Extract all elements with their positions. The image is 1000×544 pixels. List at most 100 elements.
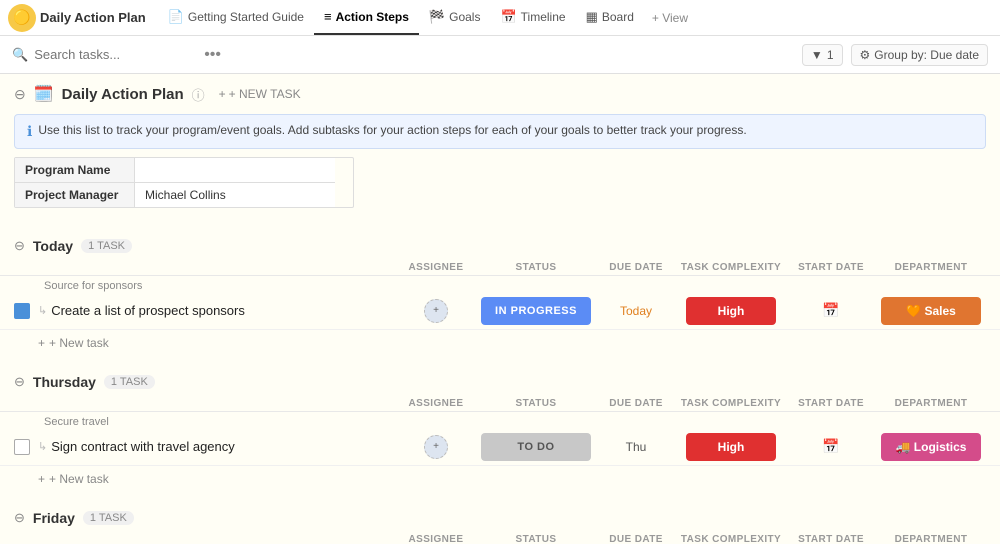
complexity-badge: High <box>686 433 776 461</box>
task-duedate-cell: Today <box>596 304 676 318</box>
task-name[interactable]: Create a list of prospect sponsors <box>51 303 245 318</box>
task-checkbox[interactable] <box>14 439 30 455</box>
avatar[interactable]: + <box>424 435 448 459</box>
task-dept-cell: 🚚 Logistics <box>876 433 986 461</box>
tab-getting-started[interactable]: 📄 Getting Started Guide <box>158 0 314 35</box>
search-bar: 🔍 ••• ▼ 1 ⚙ Group by: Due date <box>0 36 1000 74</box>
plan-icon: 🗓️ <box>34 84 54 104</box>
thursday-task-parent-label: Secure travel <box>0 412 1000 428</box>
goals-icon: 🏁 <box>429 9 445 25</box>
plus-icon: + <box>219 87 226 101</box>
thursday-title: Thursday <box>33 374 96 390</box>
section-friday: ⊖ Friday 1 TASK ASSIGNEE STATUS DUE DATE… <box>0 506 1000 544</box>
today-count: 1 TASK <box>81 239 132 253</box>
tab-goals[interactable]: 🏁 Goals <box>419 0 491 35</box>
friday-count: 1 TASK <box>83 511 134 525</box>
app-logo: 🟡 <box>8 4 36 32</box>
plan-info-icon[interactable]: ⓘ <box>192 85 205 104</box>
thursday-count: 1 TASK <box>104 375 155 389</box>
group-by-button[interactable]: ⚙ Group by: Due date <box>851 44 989 66</box>
program-name-value[interactable] <box>135 158 335 183</box>
getting-started-icon: 📄 <box>168 9 184 25</box>
program-info-table: Program Name Project Manager Michael Col… <box>14 157 354 208</box>
col-status-header-fri: STATUS <box>476 534 596 544</box>
col-dept-header-fri: DEPARTMENT <box>876 534 986 544</box>
dept-badge: 🧡 Sales <box>881 297 981 325</box>
task-checkbox[interactable] <box>14 303 30 319</box>
nav-tabs: 📄 Getting Started Guide ≡ Action Steps 🏁… <box>158 0 696 35</box>
program-name-row: Program Name <box>15 158 353 183</box>
task-duedate-cell: Thu <box>596 440 676 454</box>
today-section-header: ⊖ Today 1 TASK <box>0 234 1000 258</box>
info-icon: ℹ <box>27 123 32 140</box>
search-icon: 🔍 <box>12 47 28 63</box>
plus-icon: + <box>38 472 45 486</box>
task-status-cell[interactable]: TO DO <box>476 433 596 461</box>
task-dept-cell: 🧡 Sales <box>876 297 986 325</box>
collapse-plan-icon[interactable]: ⊖ <box>14 86 26 103</box>
friday-col-headers: ASSIGNEE STATUS DUE DATE TASK COMPLEXITY… <box>0 530 1000 544</box>
avatar[interactable]: + <box>424 299 448 323</box>
friday-title: Friday <box>33 510 75 526</box>
tab-board[interactable]: ▦ Board <box>576 0 644 35</box>
complexity-badge: High <box>686 297 776 325</box>
calendar-icon[interactable]: 📅 <box>822 302 839 319</box>
calendar-icon[interactable]: 📅 <box>822 438 839 455</box>
friday-section-header: ⊖ Friday 1 TASK <box>0 506 1000 530</box>
col-duedate-header-thu: DUE DATE <box>596 398 676 409</box>
project-manager-row: Project Manager Michael Collins <box>15 183 353 207</box>
today-title: Today <box>33 238 73 254</box>
search-left: 🔍 ••• <box>12 46 225 64</box>
status-badge[interactable]: IN PROGRESS <box>481 297 591 325</box>
today-task-parent-label: Source for sponsors <box>0 276 1000 292</box>
col-startdate-header-thu: START DATE <box>786 398 876 409</box>
dept-badge: 🚚 Logistics <box>881 433 981 461</box>
action-steps-icon: ≡ <box>324 9 332 24</box>
program-name-label: Program Name <box>15 158 135 183</box>
timeline-icon: 📅 <box>500 9 516 25</box>
filter-button[interactable]: ▼ 1 <box>802 44 843 66</box>
new-task-button[interactable]: + + NEW TASK <box>213 85 307 103</box>
task-startdate-cell: 📅 <box>786 438 876 455</box>
tab-timeline[interactable]: 📅 Timeline <box>490 0 575 35</box>
col-status-header-thu: STATUS <box>476 398 596 409</box>
col-duedate-header: DUE DATE <box>596 262 676 273</box>
task-complexity-cell: High <box>676 297 786 325</box>
task-name-wrap: ↳ Create a list of prospect sponsors <box>38 303 396 318</box>
table-row: ↳ Sign contract with travel agency + TO … <box>0 428 1000 466</box>
filter-icon: ▼ <box>811 48 823 62</box>
table-row: ↳ Create a list of prospect sponsors + I… <box>0 292 1000 330</box>
group-icon: ⚙ <box>860 48 871 62</box>
main-content: ⊖ 🗓️ Daily Action Plan ⓘ + + NEW TASK ℹ … <box>0 74 1000 544</box>
section-thursday: ⊖ Thursday 1 TASK ASSIGNEE STATUS DUE DA… <box>0 370 1000 490</box>
task-complexity-cell: High <box>676 433 786 461</box>
top-navigation: 🟡 Daily Action Plan 📄 Getting Started Gu… <box>0 0 1000 36</box>
status-badge[interactable]: TO DO <box>481 433 591 461</box>
task-name[interactable]: Sign contract with travel agency <box>51 439 235 454</box>
collapse-today-icon[interactable]: ⊖ <box>14 238 25 254</box>
add-task-thursday[interactable]: + + New task <box>0 468 1000 490</box>
col-complexity-header-fri: TASK COMPLEXITY <box>676 534 786 544</box>
search-input[interactable] <box>34 47 194 62</box>
col-complexity-header-thu: TASK COMPLEXITY <box>676 398 786 409</box>
col-startdate-header-fri: START DATE <box>786 534 876 544</box>
collapse-friday-icon[interactable]: ⊖ <box>14 510 25 526</box>
plus-icon: + <box>38 336 45 350</box>
add-view-button[interactable]: + View <box>644 11 696 25</box>
col-assignee-header-thu: ASSIGNEE <box>396 398 476 409</box>
plan-header: ⊖ 🗓️ Daily Action Plan ⓘ + + NEW TASK <box>0 74 1000 110</box>
collapse-thursday-icon[interactable]: ⊖ <box>14 374 25 390</box>
thursday-task-group: Secure travel ↳ Sign contract with trave… <box>0 412 1000 466</box>
board-icon: ▦ <box>586 9 598 25</box>
more-options-button[interactable]: ••• <box>200 46 225 64</box>
task-status-cell[interactable]: IN PROGRESS <box>476 297 596 325</box>
thursday-col-headers: ASSIGNEE STATUS DUE DATE TASK COMPLEXITY… <box>0 394 1000 412</box>
info-box: ℹ Use this list to track your program/ev… <box>14 114 986 149</box>
tab-action-steps[interactable]: ≡ Action Steps <box>314 0 419 35</box>
project-manager-value[interactable]: Michael Collins <box>135 183 335 207</box>
add-task-today[interactable]: + + New task <box>0 332 1000 354</box>
task-assignee-cell: + <box>396 435 476 459</box>
plan-title: Daily Action Plan <box>62 86 184 103</box>
col-assignee-header: ASSIGNEE <box>396 262 476 273</box>
col-complexity-header: TASK COMPLEXITY <box>676 262 786 273</box>
